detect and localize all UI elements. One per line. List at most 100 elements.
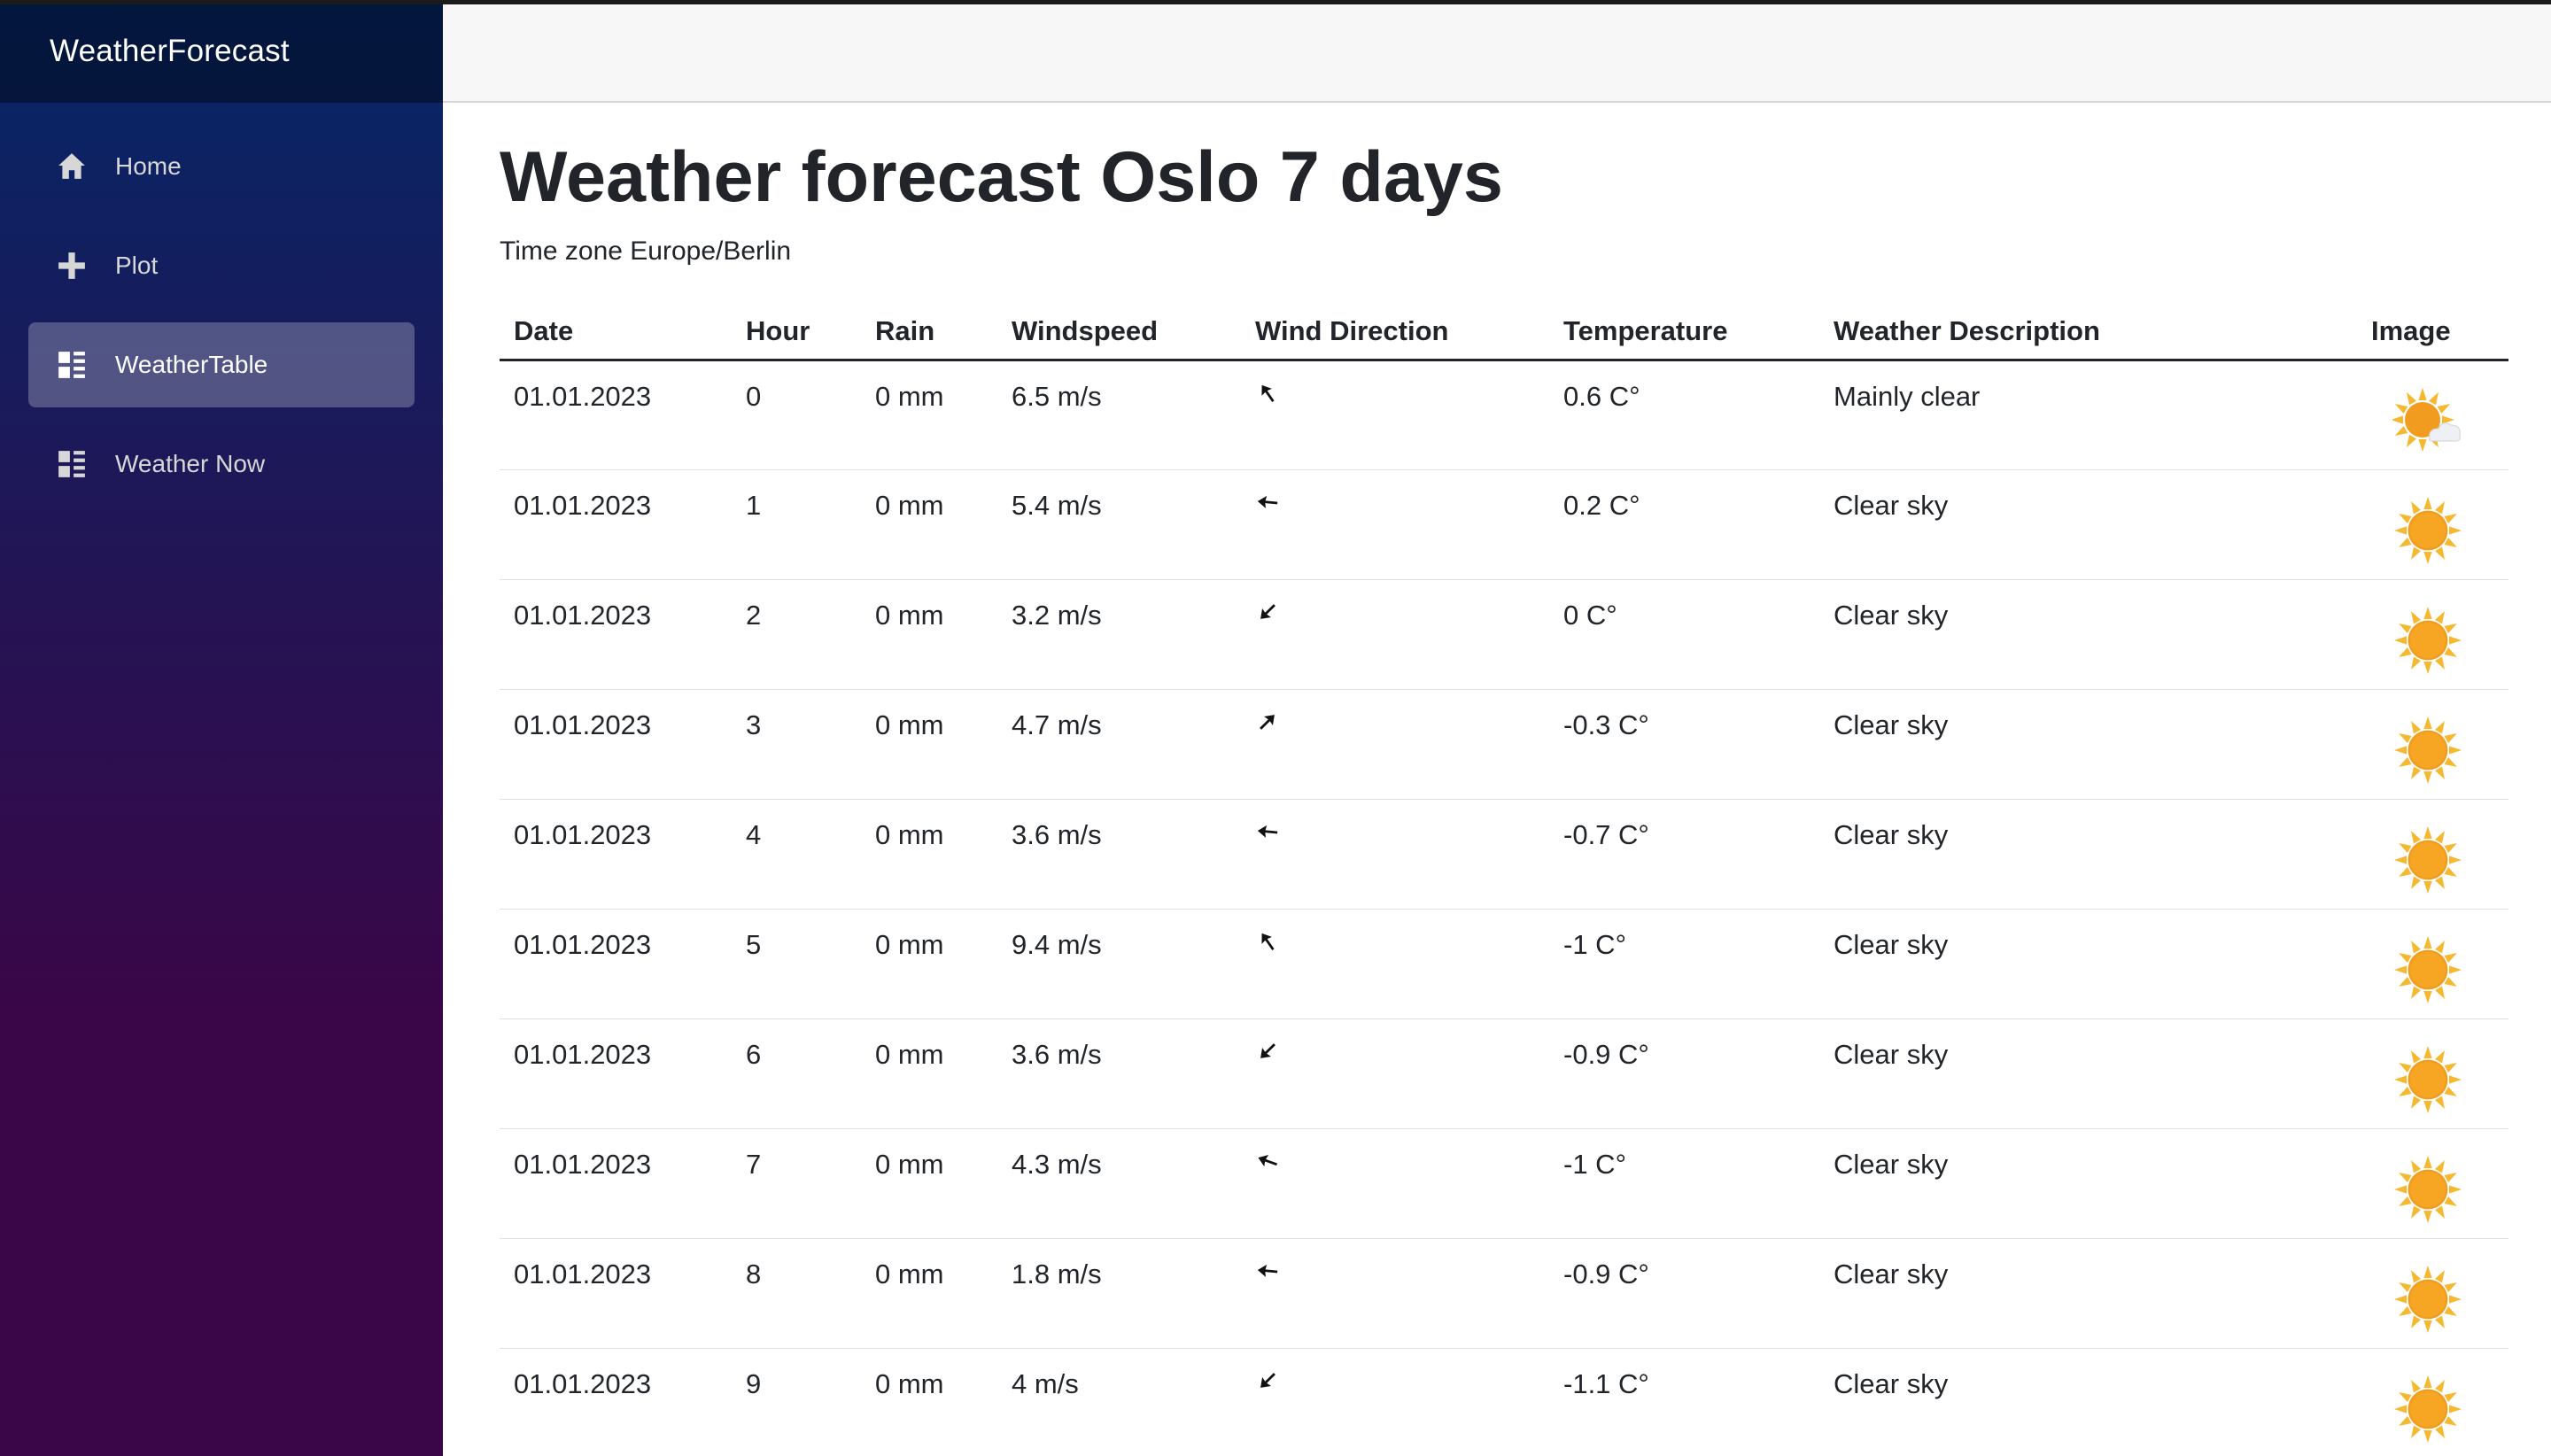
cell-rain: 0 mm [861,1128,997,1240]
cell-windspeed: 6.5 m/s [997,360,1241,471]
cell-hour: 5 [732,909,861,1020]
cell-rain: 0 mm [861,469,997,581]
brand-bar: WeatherForecast [0,0,443,103]
cell-date: 01.01.2023 [500,799,732,910]
cell-wind-direction [1241,469,1549,581]
cell-date: 01.01.2023 [500,1238,732,1350]
col-rain: Rain [861,304,997,362]
top-row [443,0,2551,103]
cell-rain: 0 mm [861,360,997,471]
cell-windspeed: 3.6 m/s [997,1018,1241,1130]
nav-label-weather-now: Weather Now [115,450,266,477]
forecast-table: Date Hour Rain Windspeed Wind Direction … [500,304,2508,1456]
cell-windspeed: 9.4 m/s [997,909,1241,1020]
list-icon [55,348,89,382]
nav-item-plot[interactable]: Plot [28,223,415,308]
north-west-arrow-icon [1251,376,1285,411]
cell-image [2357,909,2508,1020]
nav-item-home[interactable]: Home [28,124,415,209]
nav-label-home: Home [115,152,182,180]
col-weather-description: Weather Description [1819,304,2357,362]
col-temperature: Temperature [1549,304,1819,362]
nav-label-plot: Plot [115,252,159,279]
cell-rain: 0 mm [861,909,997,1020]
table-row: 01.01.2023 1 0 mm 5.4 m/s 0.2 C° Clear sky [500,469,2508,581]
cell-description: Clear sky [1819,689,2357,801]
cell-date: 01.01.2023 [500,1128,732,1240]
cell-windspeed: 3.6 m/s [997,799,1241,910]
cell-hour: 7 [732,1128,861,1240]
nav-menu: Home Plot WeatherTable Weather Now [0,103,443,507]
nav-item-weather-now[interactable]: Weather Now [28,422,415,507]
cell-temperature: -1.1 C° [1549,1348,1819,1456]
cell-hour: 6 [732,1018,861,1130]
brand-title[interactable]: WeatherForecast [50,34,290,69]
cell-windspeed: 1.8 m/s [997,1238,1241,1350]
table-row: 01.01.2023 5 0 mm 9.4 m/s -1 C° Clear sky [500,909,2508,1020]
cell-wind-direction [1241,1348,1549,1456]
cell-description: Clear sky [1819,799,2357,910]
cell-windspeed: 4.7 m/s [997,689,1241,801]
table-row: 01.01.2023 8 0 mm 1.8 m/s -0.9 C° Clear sky [500,1238,2508,1350]
col-image: Image [2357,304,2508,362]
home-icon [55,150,89,183]
west-arrow-icon [1254,489,1281,515]
cell-image [2357,360,2508,471]
cell-date: 01.01.2023 [500,469,732,581]
table-row: 01.01.2023 2 0 mm 3.2 m/s 0 C° Clear sky [500,579,2508,691]
cell-hour: 8 [732,1238,861,1350]
north-east-arrow-icon [1250,704,1285,740]
main-content: Weather forecast Oslo 7 days Time zone E… [443,103,2551,1456]
page-title: Weather forecast Oslo 7 days [500,137,1503,217]
sun-icon [2392,495,2463,566]
west-north-west-arrow-icon [1252,1145,1283,1177]
cell-temperature: -1 C° [1549,1128,1819,1240]
cell-date: 01.01.2023 [500,689,732,801]
list-icon [55,447,89,481]
nav-label-weathertable: WeatherTable [115,351,268,378]
app-root: WeatherForecast Home Plot WeatherTable W… [0,0,2551,1456]
cell-hour: 1 [732,469,861,581]
cell-image [2357,579,2508,691]
nav-item-weathertable[interactable]: WeatherTable [28,322,415,407]
cell-hour: 2 [732,579,861,691]
col-hour: Hour [732,304,861,362]
table-header-row: Date Hour Rain Windspeed Wind Direction … [500,304,2508,362]
cell-description: Mainly clear [1819,360,2357,471]
cell-wind-direction [1241,909,1549,1020]
west-arrow-icon [1254,1258,1281,1284]
cell-image [2357,799,2508,910]
cell-windspeed: 4 m/s [997,1348,1241,1456]
south-west-arrow-icon [1250,594,1285,630]
cell-rain: 0 mm [861,799,997,910]
col-date: Date [500,304,732,362]
cell-date: 01.01.2023 [500,909,732,1020]
sun-cloud-icon [2391,386,2463,457]
cell-date: 01.01.2023 [500,360,732,471]
sun-icon [2392,934,2463,1005]
cell-temperature: -0.3 C° [1549,689,1819,801]
cell-hour: 3 [732,689,861,801]
cell-hour: 0 [732,360,861,471]
cell-image [2357,1348,2508,1456]
table-row: 01.01.2023 3 0 mm 4.7 m/s -0.3 C° Clear sky [500,689,2508,801]
cell-wind-direction [1241,1238,1549,1350]
table-row: 01.01.2023 6 0 mm 3.6 m/s -0.9 C° Clear sky [500,1018,2508,1130]
cell-rain: 0 mm [861,1348,997,1456]
cell-date: 01.01.2023 [500,1018,732,1130]
cell-windspeed: 5.4 m/s [997,469,1241,581]
cell-date: 01.01.2023 [500,579,732,691]
cell-temperature: -0.7 C° [1549,799,1819,910]
cell-hour: 4 [732,799,861,910]
cell-date: 01.01.2023 [500,1348,732,1456]
west-arrow-icon [1254,818,1281,845]
col-windspeed: Windspeed [997,304,1241,362]
sun-icon [2392,825,2463,895]
cell-description: Clear sky [1819,909,2357,1020]
cell-wind-direction [1241,689,1549,801]
table-row: 01.01.2023 0 0 mm 6.5 m/s 0.6 C° Mainly clear [500,360,2508,471]
cell-description: Clear sky [1819,1128,2357,1240]
cell-rain: 0 mm [861,1018,997,1130]
sun-icon [2392,1154,2463,1225]
cell-image [2357,469,2508,581]
